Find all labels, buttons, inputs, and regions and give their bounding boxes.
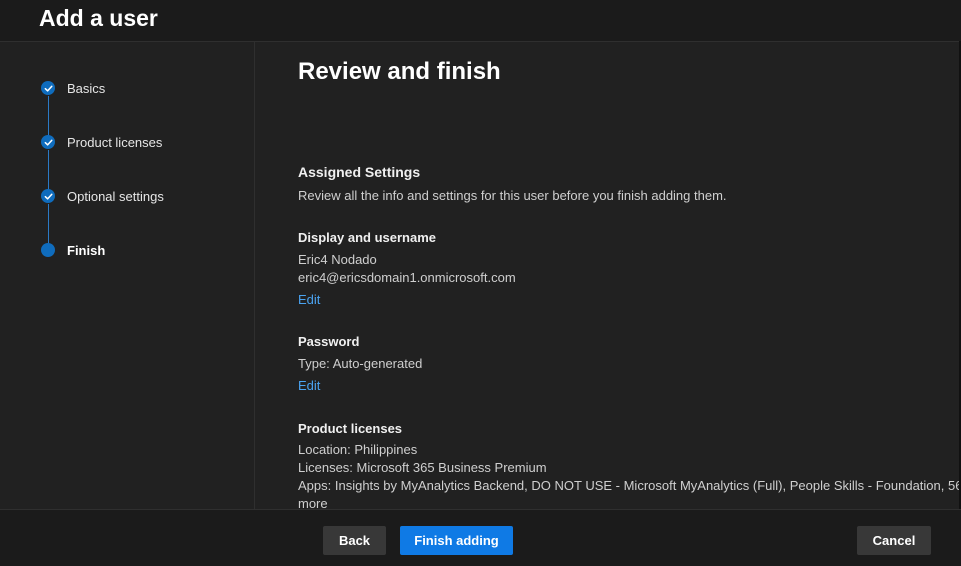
step-connector: [48, 96, 49, 138]
step-connector: [48, 204, 49, 246]
back-button[interactable]: Back: [323, 526, 386, 555]
step-basics[interactable]: Basics: [41, 80, 105, 96]
checkmark-icon: [41, 135, 55, 149]
edit-display-username-link[interactable]: Edit: [298, 292, 320, 307]
display-username-heading: Display and username: [298, 230, 436, 245]
license-location-value: Location: Philippines: [298, 442, 418, 457]
apps-value-line: Apps: Insights by MyAnalytics Backend, D…: [298, 478, 961, 493]
panel-title: Add a user: [39, 5, 158, 31]
checkmark-icon: [41, 81, 55, 95]
wizard-steps: Basics Product licenses Optional setting…: [0, 42, 255, 509]
edit-password-link[interactable]: Edit: [298, 378, 320, 393]
step-product-licenses[interactable]: Product licenses: [41, 134, 162, 150]
apps-value-line: more: [298, 496, 328, 509]
finish-adding-button[interactable]: Finish adding: [400, 526, 513, 555]
password-heading: Password: [298, 334, 360, 349]
step-label: Optional settings: [67, 188, 164, 204]
step-label: Finish: [67, 242, 106, 258]
assigned-settings-heading: Assigned Settings: [298, 164, 421, 180]
product-licenses-heading: Product licenses: [298, 421, 403, 436]
panel-header: Add a user: [0, 0, 961, 42]
review-content: Review and finish Assigned Settings Revi…: [255, 42, 961, 509]
username-value: eric4@ericsdomain1.onmicrosoft.com: [298, 270, 516, 285]
step-connector: [48, 150, 49, 192]
step-label: Product licenses: [67, 134, 163, 150]
panel-footer: Back Finish adding Cancel: [0, 509, 961, 566]
page-title: Review and finish: [298, 58, 501, 85]
add-user-panel: Add a user Basics Product licenses Optio…: [0, 0, 961, 566]
display-name-value: Eric4 Nodado: [298, 252, 377, 267]
licenses-value: Licenses: Microsoft 365 Business Premium: [298, 460, 547, 475]
password-type-value: Type: Auto-generated: [298, 356, 423, 371]
current-step-dot-icon: [41, 243, 55, 257]
checkmark-icon: [41, 189, 55, 203]
step-finish[interactable]: Finish: [41, 242, 105, 258]
assigned-settings-description: Review all the info and settings for thi…: [298, 188, 727, 203]
cancel-button[interactable]: Cancel: [857, 526, 931, 555]
step-optional-settings[interactable]: Optional settings: [41, 188, 164, 204]
step-label: Basics: [67, 80, 106, 96]
